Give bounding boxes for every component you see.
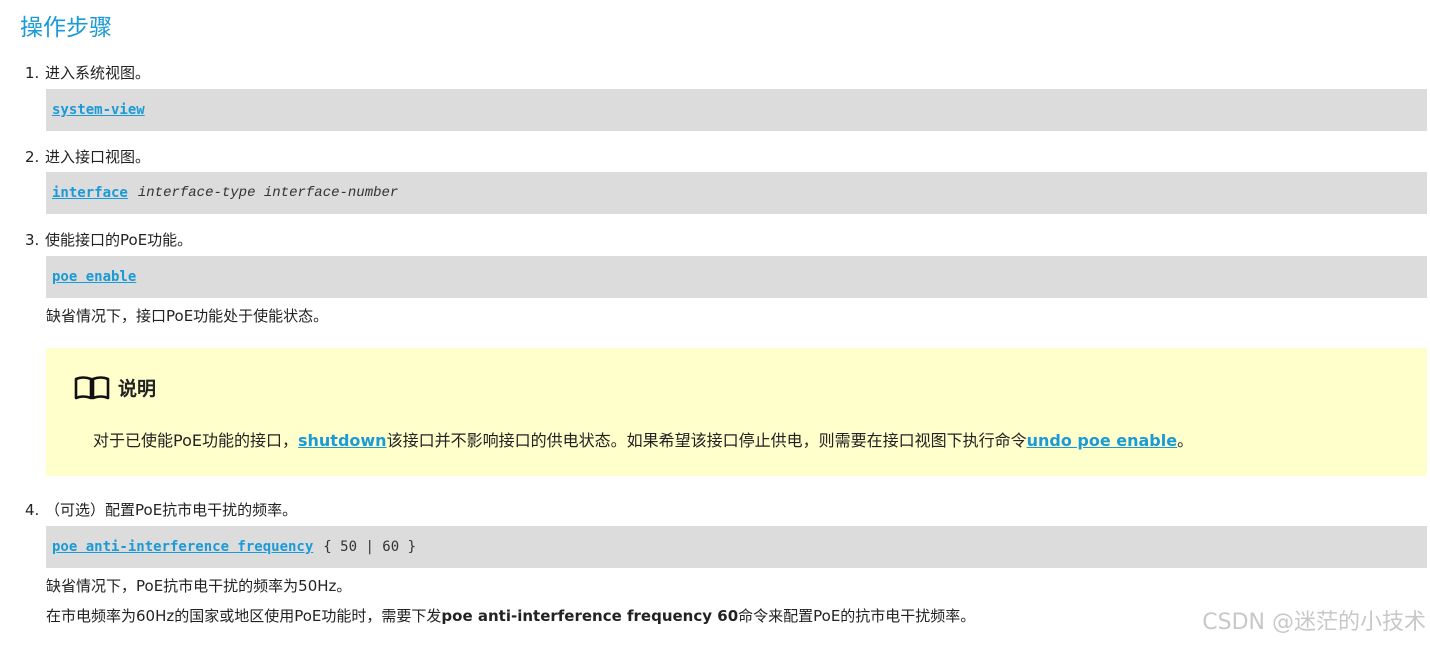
step-text: 使能接口的PoE功能。 <box>45 231 193 249</box>
usage-text-part: 在市电频率为60Hz的国家或地区使用PoE功能时，需要下发 <box>46 607 442 625</box>
note-text-part: 该接口并不影响接口的供电状态。如果希望该接口停止供电，则需要在接口视图下执行命令 <box>386 431 1027 450</box>
note-text: 对于已使能PoE功能的接口，shutdown该接口并不影响接口的供电状态。如果希… <box>93 427 1193 451</box>
watermark: CSDN @迷茫的小技术 <box>1202 610 1426 635</box>
note-heading: 说明 <box>74 374 156 401</box>
page-title: 操作步骤 <box>20 15 112 41</box>
default-frequency-text: 缺省情况下，PoE抗市电干扰的频率为50Hz。 <box>46 577 352 595</box>
command-link-poe-anti-interference[interactable]: poe anti-interference frequency <box>52 539 313 555</box>
note-box: 说明 对于已使能PoE功能的接口，shutdown该接口并不影响接口的供电状态。… <box>46 348 1427 476</box>
code-block-step-4: poe anti-interference frequency { 50 | 60… <box>46 526 1427 568</box>
bold-command: poe anti-interference frequency 60 <box>441 607 739 625</box>
book-icon <box>74 375 110 399</box>
command-link-system-view[interactable]: system-view <box>52 102 145 118</box>
step-text: 进入系统视图。 <box>45 64 151 82</box>
command-params: interface-type interface-number <box>137 185 399 201</box>
step-1: 1. 进入系统视图。 <box>25 62 150 83</box>
note-text-part: 。 <box>1177 431 1194 450</box>
frequency-usage-text: 在市电频率为60Hz的国家或地区使用PoE功能时，需要下发poe anti-in… <box>46 605 975 626</box>
step-number: 3. <box>25 231 40 249</box>
command-link-poe-enable[interactable]: poe enable <box>52 269 136 285</box>
step-2: 2. 进入接口视图。 <box>25 146 150 167</box>
code-block-step-2: interface interface-type interface-number <box>46 172 1427 214</box>
command-args: { 50 | 60 } <box>323 539 417 555</box>
step-number: 4. <box>25 501 40 519</box>
step-3: 3. 使能接口的PoE功能。 <box>25 229 192 250</box>
step-number: 2. <box>25 148 40 166</box>
step-number: 1. <box>25 64 40 82</box>
step-text: 进入接口视图。 <box>45 148 151 166</box>
default-state-text: 缺省情况下，接口PoE功能处于使能状态。 <box>46 307 329 325</box>
shutdown-link[interactable]: shutdown <box>298 431 387 450</box>
code-block-step-1: system-view <box>46 89 1427 131</box>
undo-poe-enable-link[interactable]: undo poe enable <box>1027 431 1178 450</box>
note-heading-label: 说明 <box>118 378 157 400</box>
code-block-step-3: poe enable <box>46 256 1427 298</box>
usage-text-part: 命令来配置PoE的抗市电干扰频率。 <box>738 607 976 625</box>
step-4: 4. （可选）配置PoE抗市电干扰的频率。 <box>25 499 297 520</box>
note-text-part: 对于已使能PoE功能的接口， <box>93 431 298 450</box>
step-text: （可选）配置PoE抗市电干扰的频率。 <box>45 501 298 519</box>
command-link-interface[interactable]: interface <box>52 185 128 201</box>
